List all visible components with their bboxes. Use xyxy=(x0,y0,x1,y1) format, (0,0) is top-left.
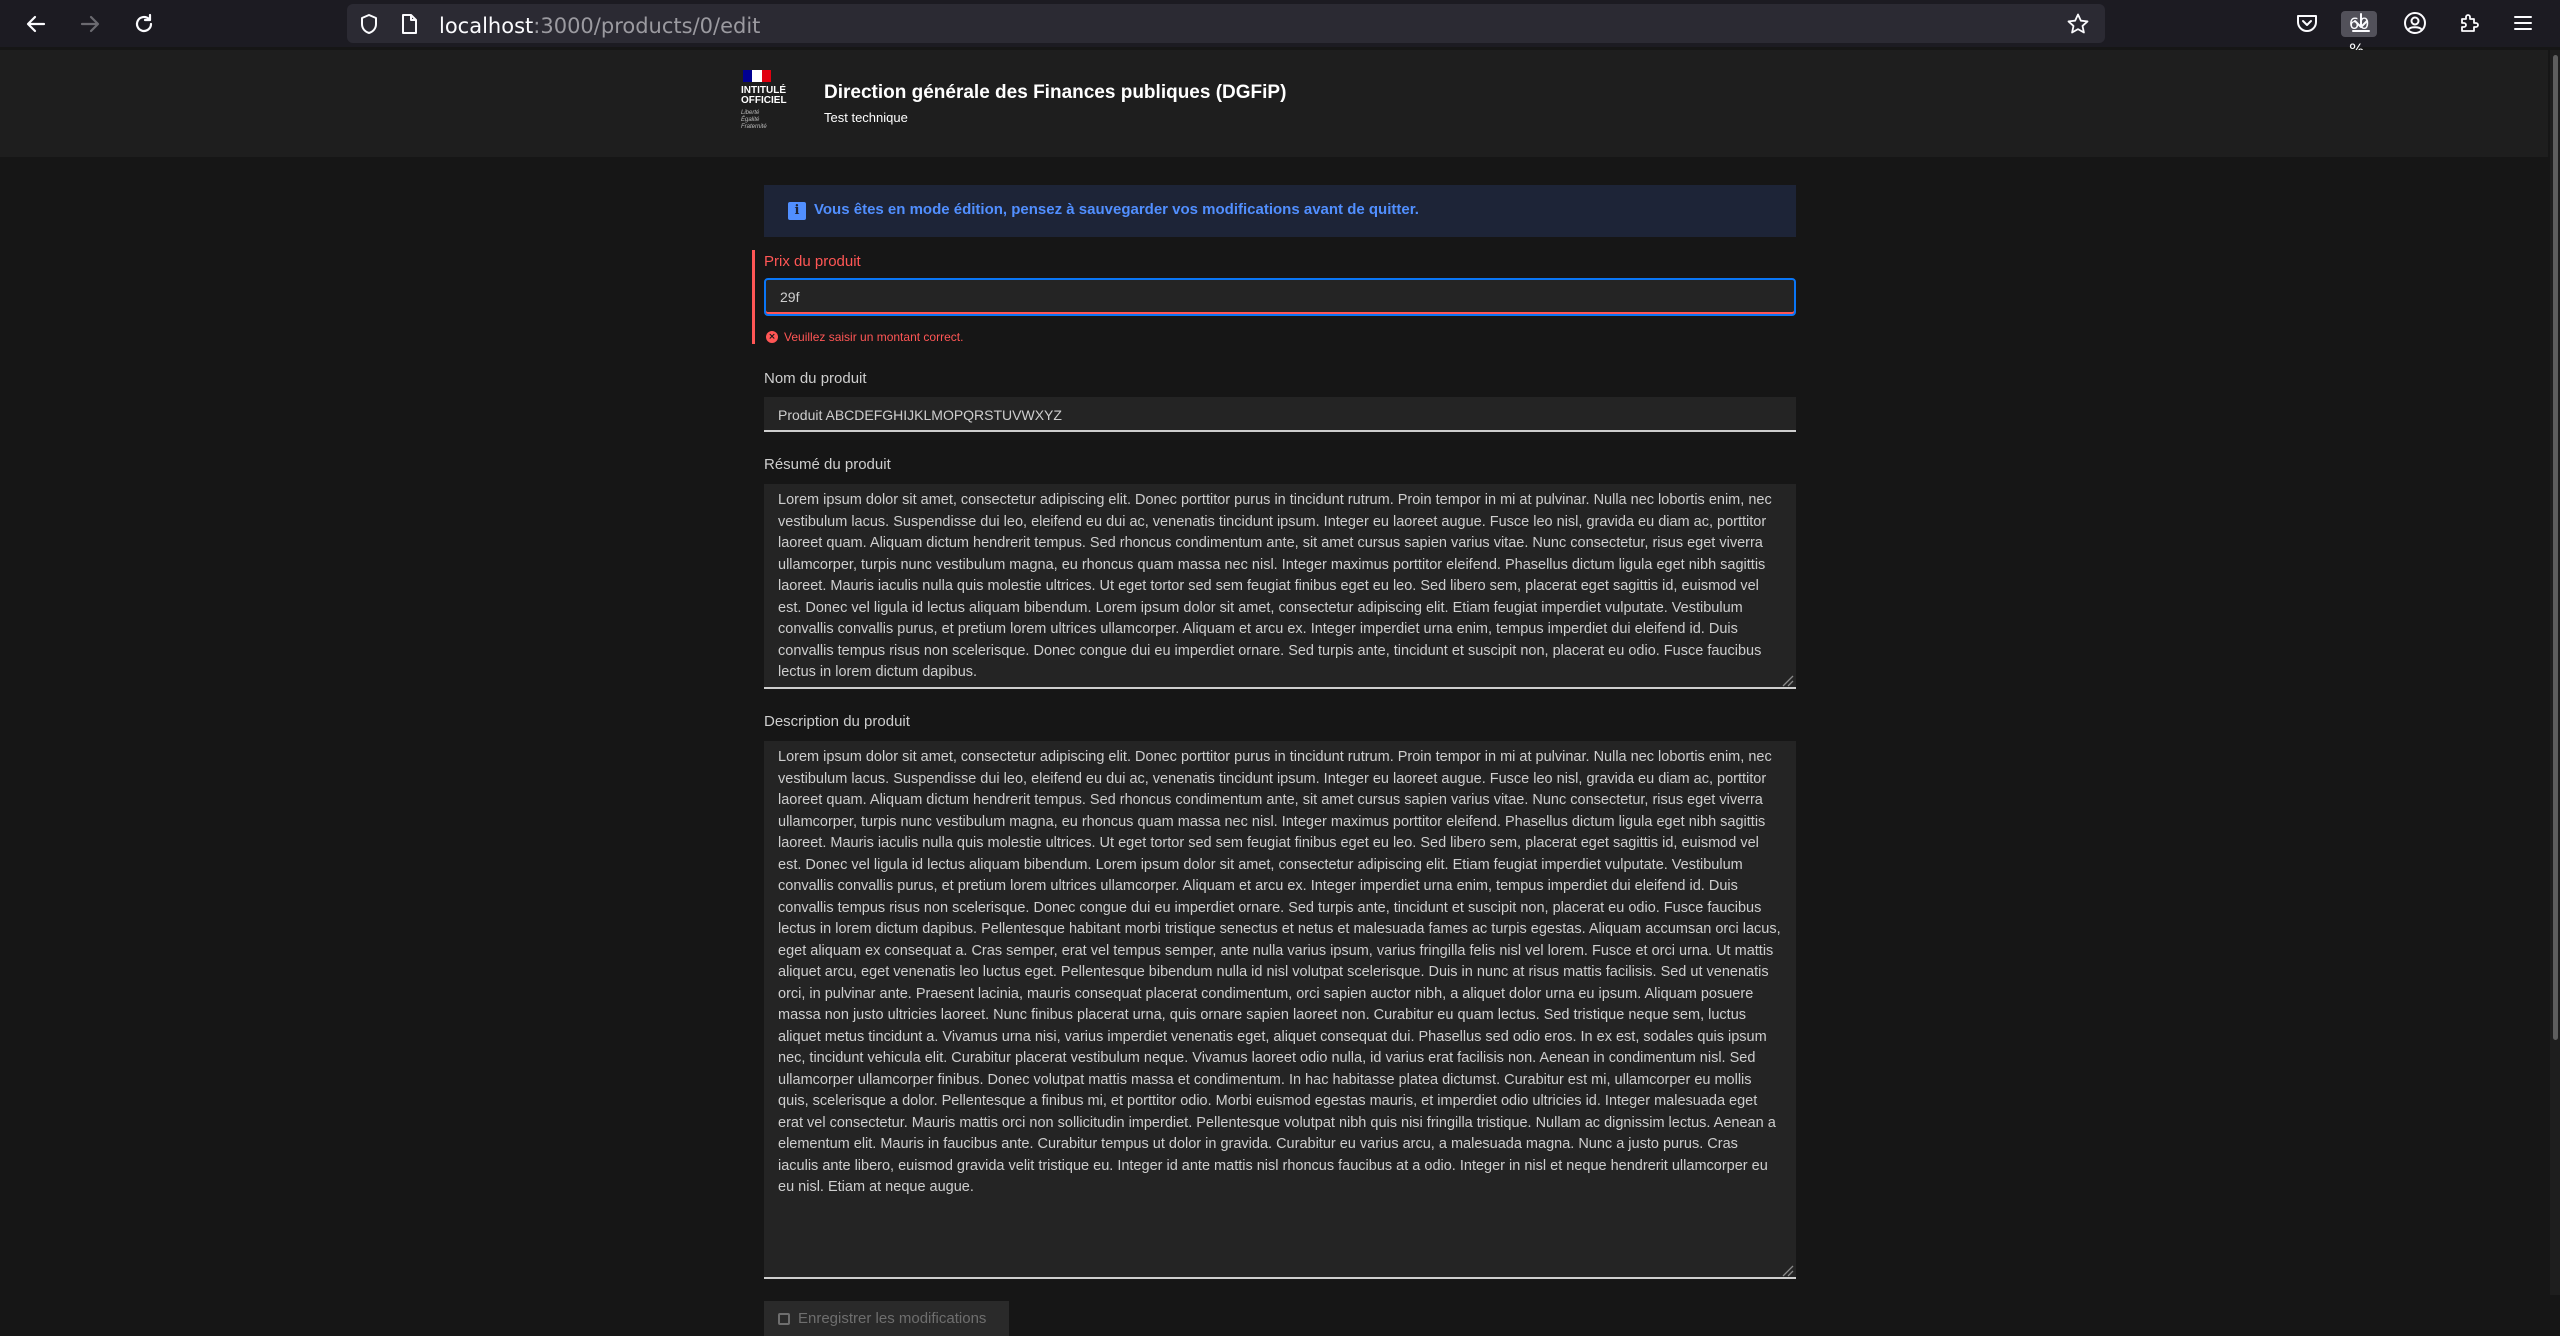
resume-label: Résumé du produit xyxy=(764,456,891,473)
error-icon: × xyxy=(766,331,778,343)
resize-grip-icon[interactable] xyxy=(1780,1263,1794,1277)
forward-arrow-icon xyxy=(80,15,100,33)
devise-line-1: Liberté xyxy=(741,110,760,116)
resize-grip-icon[interactable] xyxy=(1780,673,1794,687)
forward-button[interactable] xyxy=(73,7,107,41)
save-button[interactable]: Enregistrer les modifications xyxy=(764,1301,1009,1336)
browser-toolbar: localhost:3000/products/0/edit 60 % xyxy=(0,0,2560,59)
devise-line-3: Fraternité xyxy=(741,124,767,130)
error-indicator-bar xyxy=(752,250,755,344)
resume-textarea[interactable]: Lorem ipsum dolor sit amet, consectetur … xyxy=(764,484,1796,689)
flag-icon xyxy=(743,70,771,82)
pocket-icon[interactable] xyxy=(2292,8,2322,38)
info-icon: i xyxy=(788,202,806,220)
price-input[interactable] xyxy=(764,278,1796,316)
price-label: Prix du produit xyxy=(764,253,861,270)
account-icon[interactable] xyxy=(2400,8,2430,38)
alert-text: Vous êtes en mode édition, pensez à sauv… xyxy=(814,201,1419,218)
url-path: :3000/products/0/edit xyxy=(533,14,761,38)
scrollbar-thumb[interactable] xyxy=(2553,55,2558,1040)
price-error-text: Veuillez saisir un montant correct. xyxy=(784,330,964,344)
reload-button[interactable] xyxy=(127,7,161,41)
site-tagline: Test technique xyxy=(824,110,908,125)
site-title[interactable]: Direction générale des Finances publique… xyxy=(824,82,1286,104)
site-header: INTITULÉ OFFICIEL Liberté Égalité Frater… xyxy=(0,50,2548,157)
logo-line-2: OFFICIEL xyxy=(741,95,787,106)
back-arrow-icon xyxy=(26,15,46,33)
extensions-icon[interactable] xyxy=(2454,8,2484,38)
description-textarea[interactable]: Lorem ipsum dolor sit amet, consectetur … xyxy=(764,741,1796,1279)
flag-blue xyxy=(743,70,753,82)
downloads-icon[interactable] xyxy=(2346,8,2376,38)
logo-text: INTITULÉ OFFICIEL xyxy=(741,86,801,106)
bookmark-star-icon[interactable] xyxy=(2066,12,2090,36)
description-label: Description du produit xyxy=(764,713,910,730)
back-button[interactable] xyxy=(19,7,53,41)
flag-white xyxy=(752,70,762,82)
info-alert: i Vous êtes en mode édition, pensez à sa… xyxy=(764,185,1796,237)
name-label: Nom du produit xyxy=(764,370,867,387)
url-host: localhost xyxy=(439,14,534,38)
address-bar[interactable]: localhost:3000/products/0/edit 60 % xyxy=(347,4,2378,59)
devise-line-2: Égalité xyxy=(741,117,760,123)
flag-red xyxy=(761,70,771,82)
logo-devise: Liberté Égalité Fraternité xyxy=(741,110,801,131)
save-icon xyxy=(778,1312,790,1325)
url-text[interactable]: localhost:3000/products/0/edit xyxy=(439,14,760,38)
page-content: INTITULÉ OFFICIEL Liberté Égalité Frater… xyxy=(0,50,2548,1336)
shield-icon[interactable] xyxy=(357,12,381,36)
menu-icon[interactable] xyxy=(2508,8,2538,38)
save-button-label: Enregistrer les modifications xyxy=(798,1310,987,1327)
marianne-logo[interactable]: INTITULÉ OFFICIEL Liberté Égalité Frater… xyxy=(741,70,801,136)
name-input[interactable] xyxy=(764,397,1796,432)
page-icon[interactable] xyxy=(397,12,421,36)
price-error-message: × Veuillez saisir un montant correct. xyxy=(766,330,963,344)
reload-icon xyxy=(135,13,153,33)
